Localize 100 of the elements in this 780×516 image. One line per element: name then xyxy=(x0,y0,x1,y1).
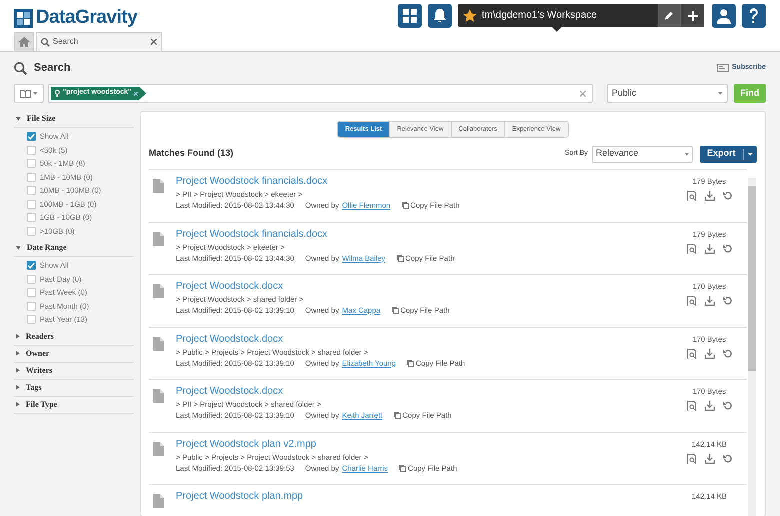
export-button[interactable]: Export xyxy=(700,146,757,162)
filter-checkbox[interactable] xyxy=(27,159,36,168)
grid-button[interactable] xyxy=(398,4,422,28)
preview-button[interactable] xyxy=(686,191,696,201)
file-link[interactable]: Project Woodstock.docx xyxy=(176,332,672,346)
document-icon xyxy=(153,336,164,350)
scope-dropdown[interactable]: Public xyxy=(607,84,728,103)
filter-checkbox[interactable] xyxy=(27,274,36,284)
file-link[interactable]: Project Woodstock plan v2.mpp xyxy=(176,438,672,450)
caret-icon xyxy=(748,152,753,156)
filter-checkbox[interactable] xyxy=(27,302,36,311)
sort-dropdown[interactable]: Relevance xyxy=(592,146,693,162)
workspace-name: tm\dgdemo1's Workspace xyxy=(482,9,598,23)
page-title: Search xyxy=(34,60,72,76)
download-button[interactable] xyxy=(704,348,714,358)
download-button[interactable] xyxy=(704,401,714,411)
restore-button[interactable] xyxy=(722,244,732,254)
logo-text: DataGravity xyxy=(36,6,138,30)
document-icon xyxy=(153,389,164,403)
add-button[interactable] xyxy=(680,4,704,27)
download-icon xyxy=(704,244,714,254)
search-icon xyxy=(41,38,50,46)
logo-icon xyxy=(14,8,33,28)
preview-button[interactable] xyxy=(686,348,696,358)
user-icon xyxy=(716,8,732,24)
restore-button[interactable] xyxy=(722,401,732,411)
download-button[interactable] xyxy=(704,244,714,254)
document-icon xyxy=(153,179,164,193)
download-icon xyxy=(704,296,714,306)
home-tab[interactable] xyxy=(14,32,34,51)
plus-icon xyxy=(688,10,698,20)
copy-icon xyxy=(396,254,404,262)
preview-button[interactable] xyxy=(686,296,696,306)
undo-icon xyxy=(722,191,732,201)
restore-button[interactable] xyxy=(722,191,732,201)
filter-checkbox[interactable] xyxy=(27,226,36,236)
preview-icon xyxy=(686,244,696,254)
book-dropdown[interactable] xyxy=(14,84,44,103)
download-button[interactable] xyxy=(704,296,714,306)
help-button[interactable] xyxy=(742,4,766,28)
clear-icon xyxy=(580,90,586,96)
document-icon xyxy=(153,284,164,298)
star-icon xyxy=(463,8,477,22)
pencil-icon xyxy=(664,10,674,20)
document-icon xyxy=(153,442,164,456)
search-tab[interactable]: Search xyxy=(36,32,162,51)
filter-header[interactable]: File Size xyxy=(14,111,134,128)
filter-checkbox[interactable] xyxy=(27,213,36,222)
copy-icon xyxy=(399,464,406,472)
copy-icon xyxy=(407,360,414,366)
download-button[interactable] xyxy=(704,191,714,201)
caret-down-icon xyxy=(16,246,21,250)
scrollbar-thumb[interactable] xyxy=(748,186,756,371)
notifications-button[interactable] xyxy=(428,4,452,28)
copy-icon xyxy=(392,307,399,314)
filter-checkbox[interactable] xyxy=(27,172,36,182)
preview-button[interactable] xyxy=(686,401,696,411)
caret-icon xyxy=(718,92,723,95)
caret-right-icon xyxy=(16,351,20,356)
filter-header[interactable]: File Type xyxy=(14,396,134,414)
file-link[interactable]: Project Woodstock financials.docx xyxy=(176,228,672,240)
scrollbar[interactable] xyxy=(748,178,756,516)
filter-header[interactable]: Date Range xyxy=(14,240,134,257)
restore-button[interactable] xyxy=(722,296,732,306)
filter-checkbox[interactable] xyxy=(27,200,36,209)
file-link[interactable]: Project Woodstock financials.docx xyxy=(176,175,672,188)
restore-button[interactable] xyxy=(722,348,732,358)
caret-right-icon xyxy=(16,368,20,373)
restore-button[interactable] xyxy=(722,454,732,464)
edit-button[interactable] xyxy=(658,4,680,27)
document-icon xyxy=(153,232,164,246)
download-icon xyxy=(704,191,714,201)
filter-checkbox[interactable] xyxy=(27,315,36,324)
download-icon xyxy=(704,454,714,464)
check-icon xyxy=(28,262,35,269)
undo-icon xyxy=(722,296,732,306)
question-icon xyxy=(748,8,760,24)
user-button[interactable] xyxy=(712,4,736,28)
undo-icon xyxy=(722,348,732,358)
matches-count: Matches Found (13) xyxy=(149,147,235,160)
close-icon xyxy=(151,39,157,45)
filter-header[interactable]: Owner xyxy=(14,346,134,362)
filter-checkbox[interactable] xyxy=(27,288,36,298)
filter-header[interactable]: Writers xyxy=(14,362,134,380)
file-link[interactable]: Project Woodstock plan.mpp xyxy=(176,490,672,503)
filter-checkbox[interactable] xyxy=(27,186,36,196)
preview-button[interactable] xyxy=(686,244,696,254)
bulb-icon xyxy=(55,90,60,97)
filter-header[interactable]: Readers xyxy=(14,328,134,346)
preview-button[interactable] xyxy=(686,454,696,464)
filter-header[interactable]: Tags xyxy=(14,380,134,396)
subscribe-icon xyxy=(717,64,730,72)
download-button[interactable] xyxy=(704,454,714,464)
filter-checkbox[interactable] xyxy=(27,146,36,155)
file-link[interactable]: Project Woodstock.docx xyxy=(176,385,672,398)
home-icon xyxy=(18,37,30,47)
file-link[interactable]: Project Woodstock.docx xyxy=(176,280,672,293)
copy-icon xyxy=(402,202,409,209)
preview-icon xyxy=(686,191,696,201)
preview-icon xyxy=(686,348,696,358)
